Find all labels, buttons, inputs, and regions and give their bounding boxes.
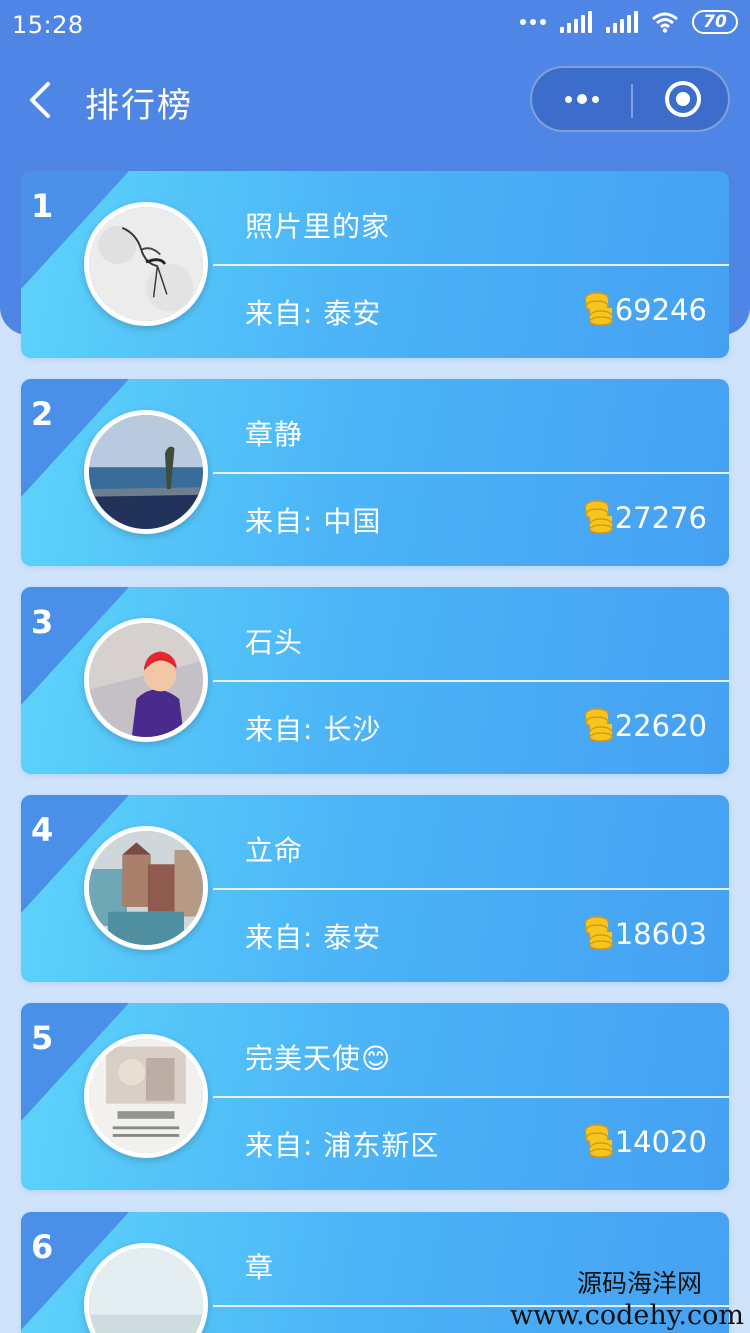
- rank-number: 4: [31, 811, 54, 849]
- coin-stack-icon: [585, 916, 613, 950]
- user-location: 来自: 浦东新区: [245, 1129, 440, 1162]
- user-avatar[interactable]: [84, 618, 208, 742]
- rank-number: 5: [31, 1019, 54, 1057]
- card-divider: [213, 888, 729, 890]
- ranking-card[interactable]: 5 完美天使😊 来自: 浦东新区 14020: [21, 1003, 729, 1190]
- ranking-card[interactable]: 2 章静 来自: 中国 27276: [21, 379, 729, 566]
- user-score: 27276: [614, 501, 707, 535]
- user-score: 18603: [614, 917, 707, 951]
- wifi-icon: [652, 12, 678, 33]
- user-name: 石头: [245, 626, 304, 659]
- child-photo-avatar: [89, 623, 203, 737]
- user-location: 来自: 泰安: [245, 297, 382, 330]
- notification-dots-icon: [520, 19, 546, 25]
- user-location: 来自: 中国: [245, 505, 382, 538]
- pale-landscape-avatar: [89, 1248, 203, 1333]
- book-cover-avatar: [89, 1039, 203, 1153]
- close-mini-program-icon[interactable]: [665, 81, 701, 117]
- user-avatar[interactable]: [84, 1034, 208, 1158]
- user-score: 14020: [614, 1125, 707, 1159]
- user-name: 完美天使😊: [245, 1042, 392, 1075]
- coin-stack-icon: [585, 708, 613, 742]
- user-location: 来自: 泰安: [245, 921, 382, 954]
- ranking-card[interactable]: 3 石头 来自: 长沙 22620: [21, 587, 729, 774]
- card-divider: [213, 680, 729, 682]
- more-options-button[interactable]: [560, 68, 604, 130]
- rank-number: 2: [31, 395, 54, 433]
- battery-indicator: 70: [692, 10, 738, 34]
- status-bar: 15:28 70: [0, 0, 750, 52]
- user-avatar[interactable]: [84, 826, 208, 950]
- user-name: 章: [245, 1251, 275, 1284]
- card-divider: [213, 1096, 729, 1098]
- user-name: 章静: [245, 418, 304, 451]
- navigation-bar: 排行榜: [0, 62, 750, 138]
- user-avatar[interactable]: [84, 202, 208, 326]
- rank-number: 1: [31, 187, 54, 225]
- user-avatar[interactable]: [84, 410, 208, 534]
- status-icons: 70: [520, 10, 738, 34]
- signal-icon-2: [606, 11, 638, 33]
- card-divider: [213, 472, 729, 474]
- rank-number: 6: [31, 1228, 54, 1266]
- coin-stack-icon: [585, 500, 613, 534]
- ranking-card[interactable]: 1 照片里的家 来自: 泰安 69246: [21, 171, 729, 358]
- watermark-title: 源码海洋网: [576, 1269, 702, 1298]
- status-time: 15:28: [12, 11, 84, 39]
- ranking-card[interactable]: 4 立命 来自: 泰安 18603: [21, 795, 729, 982]
- coin-stack-icon: [585, 292, 613, 326]
- crane-sketch-avatar: [89, 207, 203, 321]
- user-score: 69246: [614, 293, 707, 327]
- capsule-divider: [631, 84, 633, 118]
- watermark-url: www.codehy.com: [510, 1300, 744, 1331]
- seaside-avatar: [89, 415, 203, 529]
- user-name: 立命: [245, 834, 304, 867]
- user-score: 22620: [614, 709, 707, 743]
- coin-stack-icon: [585, 1124, 613, 1158]
- user-name: 照片里的家: [245, 210, 391, 243]
- watermark: 源码海洋网 www.codehy.com: [510, 1264, 744, 1331]
- mini-program-capsule: [530, 66, 730, 132]
- rank-number: 3: [31, 603, 54, 641]
- user-location: 来自: 长沙: [245, 713, 382, 746]
- signal-icon: [560, 11, 592, 33]
- page-title: 排行榜: [85, 86, 193, 126]
- painting-avatar: [89, 831, 203, 945]
- back-arrow-icon[interactable]: [24, 78, 64, 122]
- card-divider: [213, 264, 729, 266]
